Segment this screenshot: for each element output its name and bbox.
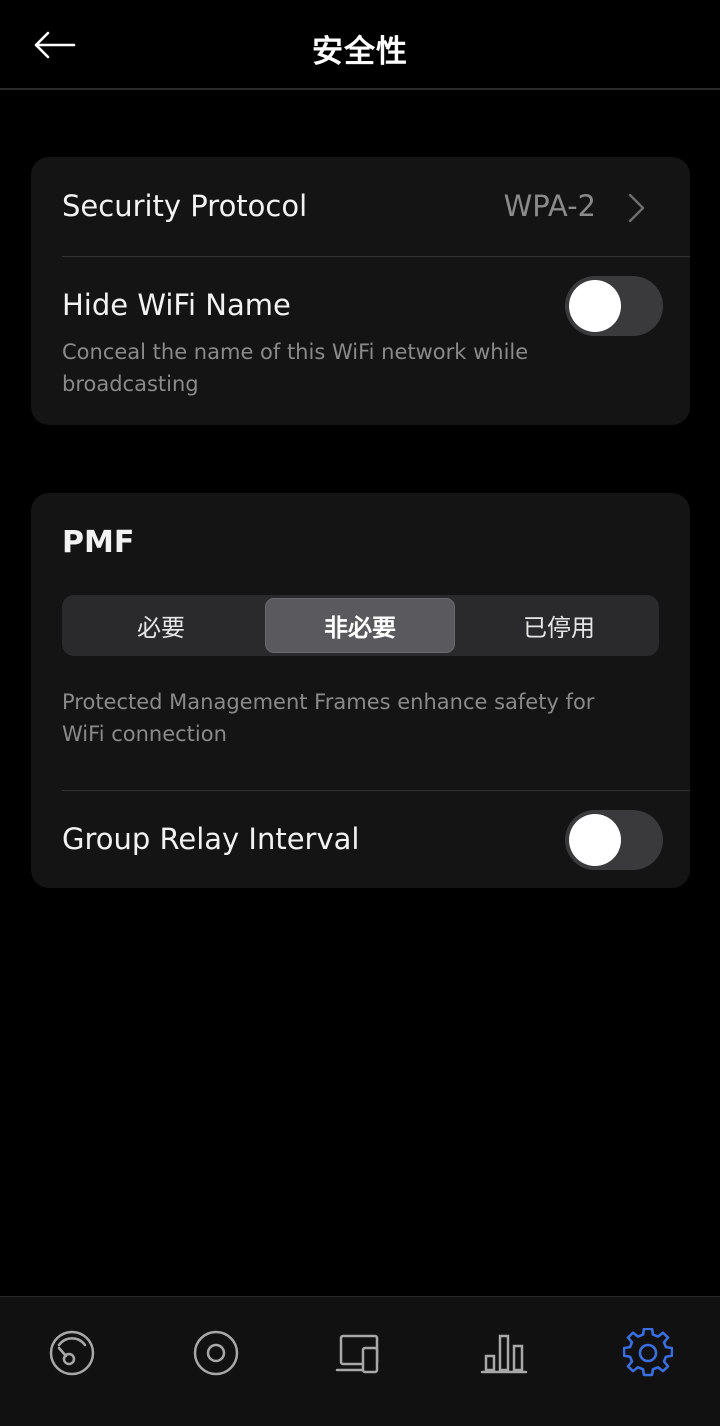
pmf-segmented-control: 必要 非必要 已停用 (62, 595, 659, 656)
hide-wifi-label: Hide WiFi Name (62, 288, 291, 322)
pmf-settings-card: PMF 必要 非必要 已停用 Protected Management Fram… (31, 493, 690, 888)
hide-wifi-description: Conceal the name of this WiFi network wh… (62, 340, 529, 396)
pmf-option-required[interactable]: 必要 (66, 598, 256, 653)
toggle-knob (569, 280, 621, 332)
toggle-knob (569, 814, 621, 866)
speedometer-icon (49, 1330, 95, 1376)
pmf-title: PMF (62, 525, 135, 560)
security-settings-card: Security Protocol WPA-2 Hide WiFi Name C… (31, 157, 690, 425)
pmf-description: Protected Management Frames enhance safe… (62, 690, 595, 746)
row-divider (62, 256, 690, 257)
hide-wifi-toggle[interactable] (565, 276, 663, 336)
header: 安全性 (0, 0, 720, 90)
bar-chart-icon (480, 1334, 528, 1374)
bottom-nav (0, 1296, 720, 1426)
security-protocol-label: Security Protocol (62, 189, 308, 223)
security-protocol-row[interactable]: Security Protocol WPA-2 (31, 157, 690, 257)
security-protocol-value: WPA-2 (503, 189, 596, 223)
target-icon (193, 1330, 239, 1376)
group-relay-label: Group Relay Interval (62, 822, 360, 856)
nav-item-network[interactable] (180, 1317, 252, 1389)
chevron-right-icon (628, 193, 645, 223)
nav-item-statistics[interactable] (468, 1317, 540, 1389)
page-title: 安全性 (312, 34, 408, 70)
nav-item-settings[interactable] (612, 1317, 684, 1389)
pmf-option-disabled[interactable]: 已停用 (464, 598, 654, 653)
row-divider (62, 790, 690, 791)
group-relay-toggle[interactable] (565, 810, 663, 870)
devices-icon (335, 1334, 379, 1374)
gear-icon (623, 1328, 673, 1377)
nav-item-devices[interactable] (324, 1317, 396, 1389)
pmf-option-optional[interactable]: 非必要 (265, 598, 455, 653)
nav-item-dashboard[interactable] (36, 1317, 108, 1389)
